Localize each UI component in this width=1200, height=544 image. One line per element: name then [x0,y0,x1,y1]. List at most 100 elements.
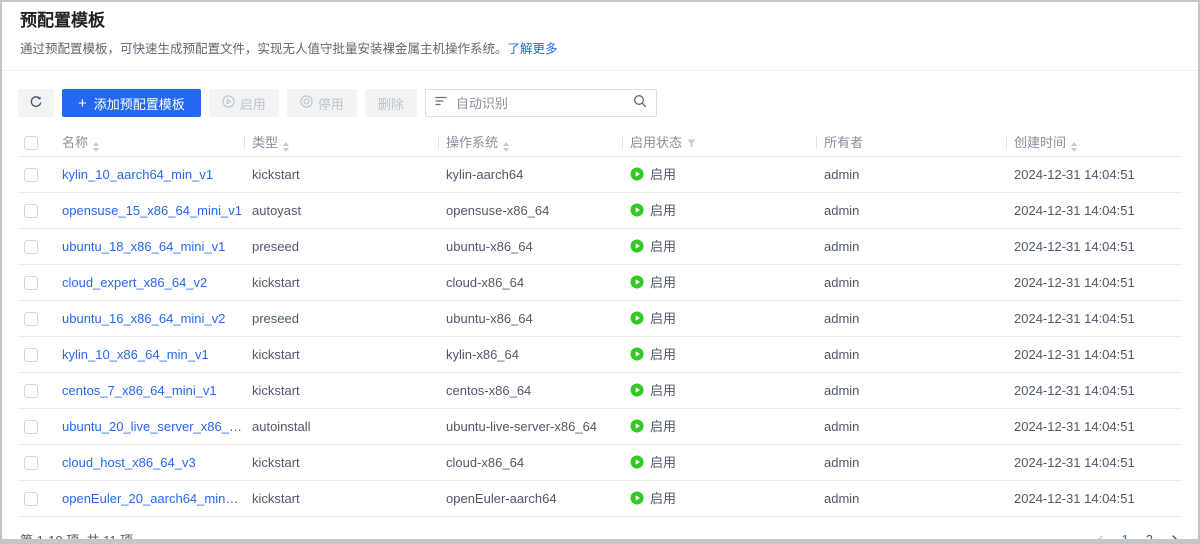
created-cell: 2024-12-31 14:04:51 [1014,480,1182,517]
status-badge: 启用 [630,416,676,435]
stop-circle-icon [300,95,318,111]
column-header-name[interactable]: 名称 [62,130,252,157]
select-all-checkbox[interactable] [24,135,38,150]
row-checkbox[interactable] [24,383,38,398]
sort-icon[interactable] [503,141,510,152]
created-cell: 2024-12-31 14:04:51 [1014,264,1182,301]
status-label: 启用 [650,239,677,255]
status-label: 启用 [650,203,677,219]
owner-cell: admin [824,336,1014,373]
owner-cell: admin [824,444,1014,481]
status-label: 启用 [650,167,677,183]
status-badge: 启用 [630,236,676,255]
type-cell: kickstart [252,372,446,409]
search-icon[interactable] [633,94,647,113]
disable-button[interactable]: 停用 [286,89,357,117]
os-cell: kylin-aarch64 [446,156,630,193]
table-row: ubuntu_20_live_server_x86_64_mini_... au… [18,408,1182,445]
os-cell: ubuntu-live-server-x86_64 [446,408,630,445]
toolbar: + 添加预配置模板 启用 停用 删除 [18,89,1182,117]
row-checkbox[interactable] [24,347,38,362]
row-checkbox[interactable] [24,239,38,254]
type-cell: kickstart [252,336,446,373]
learn-more-link[interactable]: 了解更多 [508,42,558,56]
column-header-status[interactable]: 启用状态 [630,130,824,157]
row-checkbox[interactable] [24,203,38,218]
column-label: 类型 [252,134,279,150]
row-checkbox[interactable] [24,419,38,434]
refresh-icon [29,95,43,112]
table-row: openEuler_20_aarch64_min_v1 kickstart op… [18,480,1182,517]
owner-cell: admin [824,372,1014,409]
status-badge: 启用 [630,380,676,399]
template-name-link[interactable]: ubuntu_20_live_server_x86_64_mini_... [62,419,252,434]
template-name-link[interactable]: ubuntu_16_x86_64_mini_v2 [62,311,225,326]
filter-funnel-icon[interactable] [687,136,696,151]
column-header-os[interactable]: 操作系统 [446,130,630,157]
template-name-link[interactable]: kylin_10_x86_64_min_v1 [62,347,209,362]
enabled-status-icon [630,311,644,325]
enable-button[interactable]: 启用 [208,89,279,117]
os-cell: opensuse-x86_64 [446,192,630,229]
page: 预配置模板 通过预配置模板，可快速生成预配置文件，实现无人值守批量安装裸金属主机… [0,0,1200,544]
status-label: 启用 [650,419,677,435]
search-box[interactable] [424,89,657,117]
add-template-label: 添加预配置模板 [93,96,185,112]
search-input[interactable] [455,95,625,111]
sort-icon[interactable] [283,141,290,152]
plus-icon: + [78,94,87,112]
sort-icon[interactable] [1071,141,1078,152]
table-row: kylin_10_x86_64_min_v1 kickstart kylin-x… [18,336,1182,373]
enabled-status-icon [630,275,644,289]
page-number-2[interactable]: 2 [1146,532,1153,539]
page-subtitle-text: 通过预配置模板，可快速生成预配置文件，实现无人值守批量安装裸金属主机操作系统。 [20,42,508,56]
type-cell: autoyast [252,192,446,229]
template-name-link[interactable]: openEuler_20_aarch64_min_v1 [62,491,246,506]
page-number-1[interactable]: 1 [1122,532,1129,539]
next-page-button[interactable] [1170,534,1180,539]
page-subtitle: 通过预配置模板，可快速生成预配置文件，实现无人值守批量安装裸金属主机操作系统。了… [20,41,1178,70]
owner-cell: admin [824,480,1014,517]
status-label: 启用 [650,311,677,327]
template-name-link[interactable]: cloud_host_x86_64_v3 [62,455,196,470]
created-cell: 2024-12-31 14:04:51 [1014,156,1182,193]
template-name-link[interactable]: cloud_expert_x86_64_v2 [62,275,207,290]
type-cell: kickstart [252,444,446,481]
status-badge: 启用 [630,308,676,327]
os-cell: cloud-x86_64 [446,444,630,481]
row-checkbox[interactable] [24,167,38,182]
table-row: ubuntu_16_x86_64_mini_v2 preseed ubuntu-… [18,300,1182,337]
template-name-link[interactable]: ubuntu_18_x86_64_mini_v1 [62,239,225,254]
os-cell: centos-x86_64 [446,372,630,409]
created-cell: 2024-12-31 14:04:51 [1014,192,1182,229]
row-checkbox[interactable] [24,311,38,326]
row-checkbox[interactable] [24,491,38,506]
prev-page-button[interactable] [1095,534,1105,539]
table-row: ubuntu_18_x86_64_mini_v1 preseed ubuntu-… [18,228,1182,265]
os-cell: cloud-x86_64 [446,264,630,301]
template-name-link[interactable]: opensuse_15_x86_64_mini_v1 [62,203,242,218]
sort-icon[interactable] [93,141,100,152]
column-header-type[interactable]: 类型 [252,130,446,157]
enabled-status-icon [630,167,644,181]
owner-cell: admin [824,264,1014,301]
add-template-button[interactable]: + 添加预配置模板 [62,89,201,117]
type-cell: kickstart [252,480,446,517]
status-badge: 启用 [630,488,676,507]
delete-button[interactable]: 删除 [364,89,417,117]
os-cell: openEuler-aarch64 [446,480,630,517]
template-name-link[interactable]: centos_7_x86_64_mini_v1 [62,383,217,398]
row-checkbox[interactable] [24,275,38,290]
created-cell: 2024-12-31 14:04:51 [1014,408,1182,445]
table-body: kylin_10_aarch64_min_v1 kickstart kylin-… [18,156,1182,517]
column-header-created[interactable]: 创建时间 [1014,130,1182,157]
created-cell: 2024-12-31 14:04:51 [1014,372,1182,409]
template-name-link[interactable]: kylin_10_aarch64_min_v1 [62,167,213,182]
column-header-owner[interactable]: 所有者 [824,130,1014,157]
refresh-button[interactable] [18,89,54,117]
table-footer: 第 1-10 项, 共 11 项 1 2 [18,517,1182,539]
table-header-row: 名称 类型 操作系统 启用状态 所有者 创建时间 [18,130,1182,157]
row-checkbox[interactable] [24,455,38,470]
owner-cell: admin [824,192,1014,229]
status-label: 启用 [650,383,677,399]
